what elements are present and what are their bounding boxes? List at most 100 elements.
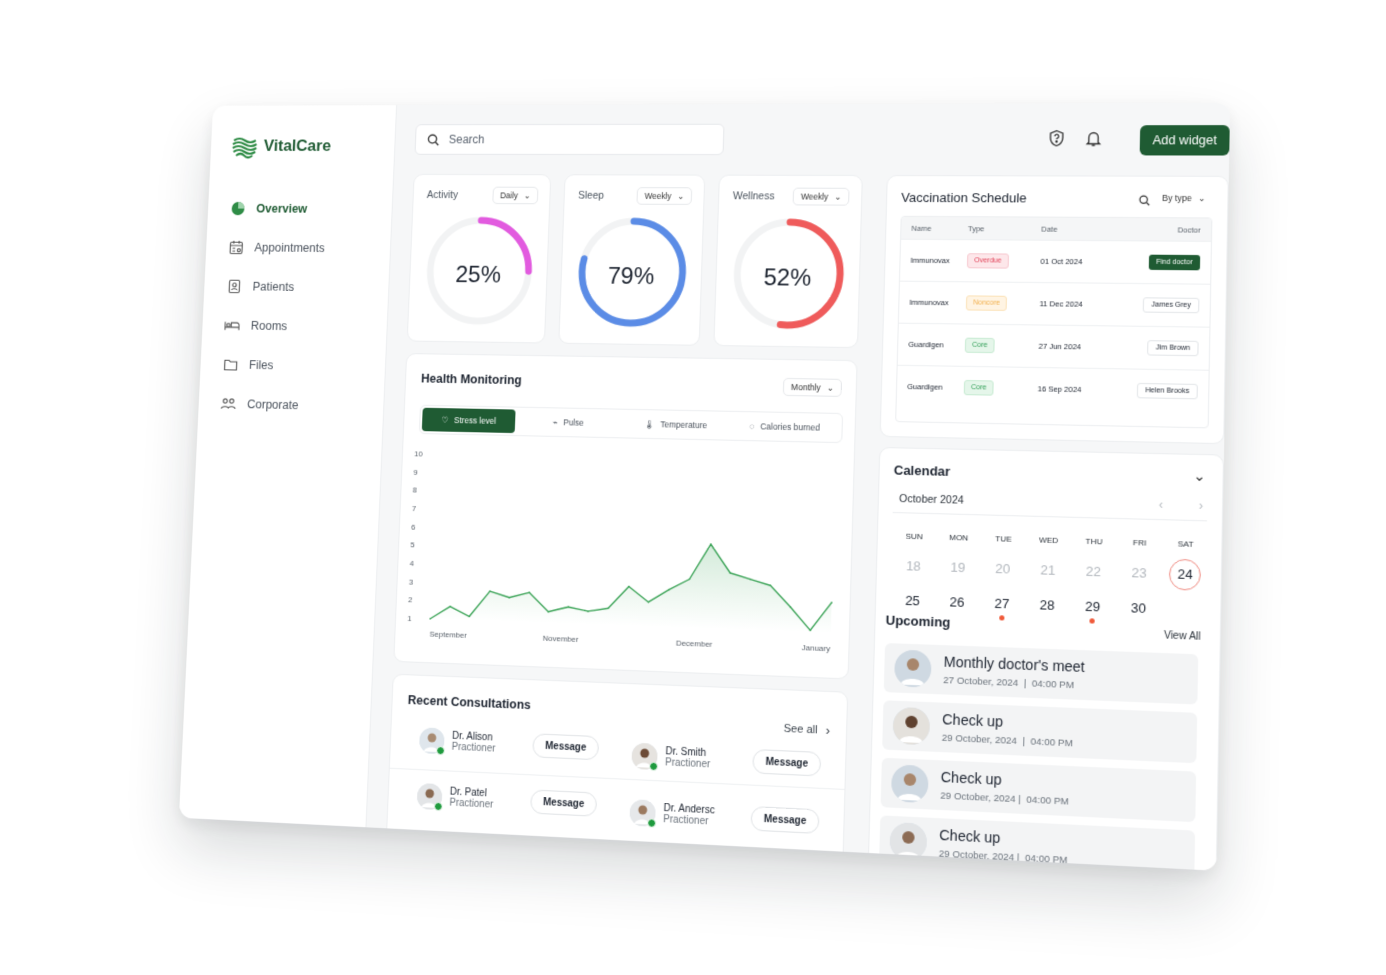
tab-stress-level[interactable]: ♡ Stress level	[421, 407, 516, 434]
calendar-card: Calendar ⌄ October 2024 ‹ › SUN MON TUE …	[867, 446, 1225, 871]
sidebar-item-rooms[interactable]: Rooms	[223, 305, 322, 346]
doctor-avatar-icon	[890, 764, 929, 804]
calendar-day-with-event[interactable]: 27	[979, 586, 1025, 622]
vaccination-filter-select[interactable]: By type ⌄	[1155, 189, 1213, 207]
avatar	[894, 649, 932, 688]
event-time: 04:00 PM	[1031, 678, 1075, 692]
sidebar-item-patients[interactable]: Patients	[225, 266, 323, 306]
sidebar-item-label: Files	[248, 357, 274, 372]
sidebar-item-files[interactable]: Files	[222, 344, 321, 385]
doctor-chip[interactable]: Helen Brooks	[1136, 382, 1198, 400]
next-month-icon[interactable]: ›	[1199, 498, 1203, 513]
search-box[interactable]	[414, 123, 725, 156]
vaccine-name: Immunovax	[909, 297, 949, 308]
calendar-day[interactable]: 19	[935, 550, 981, 586]
tab-label: Temperature	[660, 419, 708, 431]
upcoming-item[interactable]: Check up 29 October, 2024 | 04:00 PM	[880, 757, 1197, 823]
find-doctor-button[interactable]: Find doctor	[1148, 254, 1201, 271]
upcoming-item[interactable]: Check up 29 October, 2024 | 04:00 PM	[879, 815, 1196, 871]
tab-temperature[interactable]: 🌡︎ Temperature	[621, 412, 730, 438]
x-tick-label: January	[802, 643, 831, 653]
doctor-row: Dr. Patel Practioner Message	[416, 782, 598, 818]
calendar-list-icon	[228, 239, 244, 255]
help-shield-icon[interactable]	[1047, 129, 1066, 152]
recent-consultations-card: Recent Consultations See all › Dr. Aliso…	[385, 673, 849, 867]
vaccine-date: 27 Jun 2024	[1038, 341, 1082, 352]
chevron-down-icon[interactable]: ⌄	[1193, 467, 1206, 485]
patient-badge-icon	[226, 278, 242, 294]
tab-pulse[interactable]: ⌁ Pulse	[515, 410, 622, 436]
upcoming-item[interactable]: Check up 29 October, 2024 | 04:00 PM	[882, 700, 1198, 764]
calendar-day[interactable]: 21	[1025, 552, 1071, 588]
vitalcare-logo-icon	[230, 132, 259, 160]
vaccine-date: 01 Oct 2024	[1040, 256, 1083, 267]
doctor-avatar-icon	[889, 822, 928, 862]
activity-value: 25%	[454, 261, 502, 289]
calendar-day-today[interactable]: 24	[1162, 556, 1209, 593]
message-button[interactable]: Message	[750, 806, 820, 834]
doctor-avatar-icon	[894, 649, 932, 688]
period-label: Daily	[499, 190, 519, 201]
chevron-down-icon: ⌄	[677, 190, 685, 201]
vaccine-date: 11 Dec 2024	[1039, 299, 1083, 309]
calendar-day[interactable]: 22	[1070, 554, 1116, 590]
table-row[interactable]: Immunovax Overdue 01 Oct 2024 Find docto…	[899, 238, 1211, 284]
top-icons	[1047, 129, 1103, 152]
search-icon[interactable]	[1138, 193, 1150, 211]
sidebar-item-label: Patients	[252, 279, 295, 294]
doctor-chip[interactable]: James Grey	[1142, 297, 1200, 314]
prev-month-icon[interactable]: ‹	[1159, 497, 1163, 512]
health-period-select[interactable]: Monthly ⌄	[782, 377, 843, 397]
bell-icon[interactable]	[1084, 129, 1103, 152]
message-button[interactable]: Message	[530, 789, 598, 817]
table-row[interactable]: Guardigen Core 16 Sep 2024 Helen Brooks	[896, 364, 1209, 413]
calendar-day[interactable]: 30	[1115, 590, 1162, 627]
calendar-day[interactable]: 28	[1024, 587, 1070, 624]
calendar-divider	[892, 511, 1208, 522]
doctor-row: Dr. Smith Practioner Message	[631, 742, 822, 778]
table-row[interactable]: Guardigen Core 27 Jun 2024 Jim Brown	[897, 322, 1210, 370]
y-tick-label: 2	[408, 595, 413, 604]
calendar-day-empty	[1161, 592, 1208, 629]
doctor-chip[interactable]: Jim Brown	[1147, 340, 1199, 357]
event-separator: |	[1016, 735, 1031, 748]
wellness-period-select[interactable]: Weekly ⌄	[792, 187, 850, 206]
sleep-card: Sleep Weekly ⌄ 79%	[558, 174, 706, 346]
calendar-day[interactable]: 23	[1116, 555, 1163, 592]
activity-period-select[interactable]: Daily ⌄	[492, 186, 539, 205]
message-button[interactable]: Message	[752, 748, 822, 777]
vaccine-name: Guardigen	[907, 382, 943, 392]
y-tick-label: 1	[407, 614, 412, 623]
event-date: 29 October, 2024	[940, 790, 1016, 806]
brand-logo[interactable]: VitalCare	[230, 132, 331, 161]
tab-label: Stress level	[453, 415, 497, 426]
app-window: VitalCare Overview Appointments Patients	[178, 102, 1231, 871]
see-all-link[interactable]: See all ›	[783, 721, 831, 738]
y-tick-label: 6	[411, 522, 416, 531]
sleep-period-select[interactable]: Weekly ⌄	[636, 187, 693, 205]
calendar-day[interactable]: 18	[891, 549, 936, 585]
sidebar: VitalCare Overview Appointments Patients	[178, 105, 398, 828]
flame-icon: ◌	[749, 421, 755, 432]
message-button[interactable]: Message	[532, 733, 600, 761]
add-widget-button[interactable]: Add widget	[1139, 125, 1230, 156]
x-tick-label: December	[676, 638, 713, 649]
y-tick-label: 7	[412, 504, 417, 513]
search-input[interactable]	[446, 131, 699, 148]
sidebar-item-corporate[interactable]: Corporate	[220, 384, 319, 425]
upcoming-title: Upcoming	[885, 612, 951, 630]
sidebar-item-overview[interactable]: Overview	[229, 189, 327, 228]
calendar-day[interactable]: 20	[980, 551, 1026, 587]
chevron-down-icon: ⌄	[834, 191, 842, 202]
event-datetime: 29 October, 2024 | 04:00 PM	[940, 790, 1069, 807]
period-label: Weekly	[644, 191, 672, 201]
calendar-day-with-event[interactable]: 29	[1069, 589, 1115, 626]
avatar	[890, 764, 929, 804]
tab-calories-burned[interactable]: ◌ Calories burned	[729, 414, 840, 440]
day-of-week: WED	[1038, 535, 1059, 546]
thermometer-icon: 🌡︎	[643, 418, 655, 429]
view-all-link[interactable]: View All	[1164, 630, 1201, 643]
table-row[interactable]: Immunovax Noncore 11 Dec 2024 James Grey	[898, 280, 1211, 327]
sidebar-item-appointments[interactable]: Appointments	[227, 227, 325, 267]
upcoming-item[interactable]: Monthly doctor's meet 27 October, 2024 |…	[883, 643, 1199, 705]
